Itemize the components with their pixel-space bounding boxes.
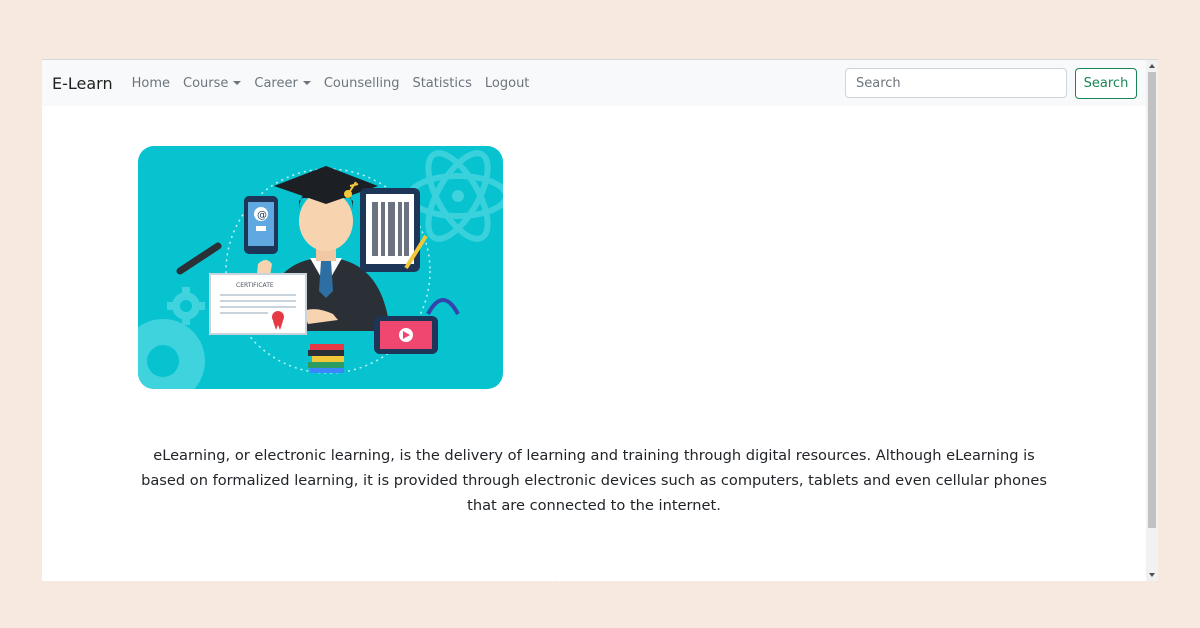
hero-image: @ CERTIFICATE: [138, 146, 503, 389]
books-icon: [308, 344, 344, 373]
nav-link-label: Career: [254, 75, 298, 91]
elearning-illustration: @ CERTIFICATE: [138, 150, 503, 389]
caret-down-icon: [302, 81, 311, 85]
nav-link-label: Counselling: [323, 75, 400, 91]
video-player-icon: [374, 316, 438, 354]
nav-link-logout[interactable]: Logout: [485, 76, 530, 91]
vertical-scrollbar[interactable]: [1146, 60, 1158, 581]
navbar: E-Learn Home Course Career Counselling S…: [42, 60, 1146, 106]
search-button[interactable]: Search: [1075, 68, 1137, 99]
nav-link-label: Course: [183, 75, 229, 91]
caret-down-icon: [233, 81, 242, 85]
nav-link-label: Home: [131, 75, 170, 91]
nav-link-statistics[interactable]: Statistics: [412, 76, 471, 91]
brand-logo[interactable]: E-Learn: [52, 74, 113, 93]
intro-description: eLearning, or electronic learning, is th…: [141, 446, 1047, 514]
nav-link-counselling[interactable]: Counselling: [324, 76, 400, 91]
mobile-email-icon: @: [244, 196, 278, 254]
nav-link-label: Statistics: [412, 75, 472, 91]
search-input[interactable]: [845, 68, 1067, 98]
headphones-icon: [426, 298, 460, 315]
gear-icon: [138, 287, 205, 389]
scroll-thumb[interactable]: [1148, 72, 1156, 528]
browser-viewport: E-Learn Home Course Career Counselling S…: [42, 59, 1158, 581]
nav-link-home[interactable]: Home: [132, 76, 170, 91]
nav-dropdown-career[interactable]: Career: [254, 75, 311, 91]
svg-text:CERTIFICATE: CERTIFICATE: [236, 282, 274, 289]
nav-dropdown-course[interactable]: Course: [183, 75, 242, 91]
certificate-icon: CERTIFICATE: [209, 273, 307, 335]
nav-link-label: Logout: [484, 75, 530, 91]
svg-text:@: @: [257, 210, 267, 221]
watermark-text: HTTP://IT-TICKET0.COM: [504, 570, 696, 585]
scroll-up-icon[interactable]: [1149, 64, 1155, 68]
